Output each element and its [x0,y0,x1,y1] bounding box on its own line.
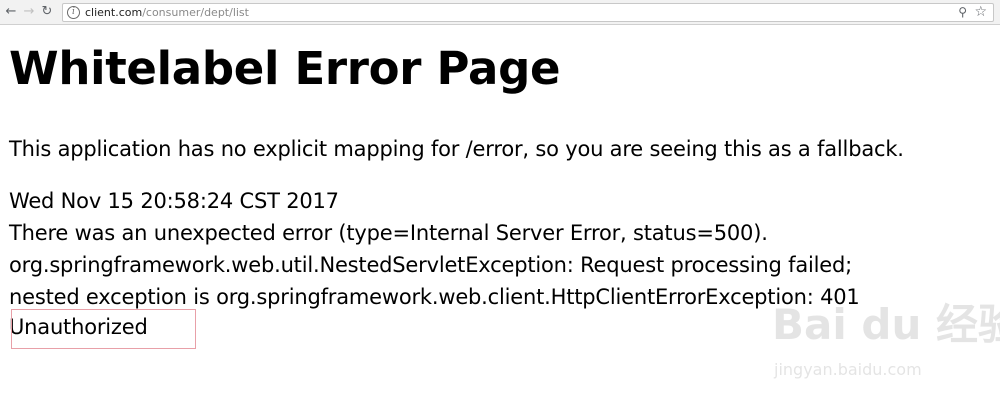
reload-icon[interactable]: ↻ [40,4,54,20]
watermark-url: jingyan.baidu.com [774,360,922,379]
forward-arrow-icon[interactable]: → [22,4,36,20]
url-host: client.com [85,6,143,19]
back-arrow-icon[interactable]: ← [4,4,18,20]
exception-line-1: org.springframework.web.util.NestedServl… [9,253,852,277]
error-timestamp: Wed Nov 15 20:58:24 CST 2017 [9,189,339,213]
page-title: Whitelabel Error Page [9,42,561,95]
exception-line-2: nested exception is org.springframework.… [9,285,860,309]
zoom-icon[interactable]: ⚲ [958,5,967,20]
star-icon[interactable]: ☆ [974,4,987,20]
fallback-message: This application has no explicit mapping… [9,137,904,161]
address-bar[interactable]: i client.com/consumer/dept/list ⚲ ☆ [62,3,994,22]
error-description: There was an unexpected error (type=Inte… [9,221,768,245]
url-path: /consumer/dept/list [142,6,249,19]
browser-toolbar: ← → ↻ i client.com/consumer/dept/list ⚲ … [0,0,1000,25]
watermark-logo: Bai du 经验 [772,300,1000,349]
url-text[interactable]: client.com/consumer/dept/list [85,6,249,20]
highlight-annotation-box [11,309,196,349]
baidu-jingyan-watermark: Bai du 经验 jingyan.baidu.com [772,300,1000,395]
info-icon[interactable]: i [67,6,80,19]
